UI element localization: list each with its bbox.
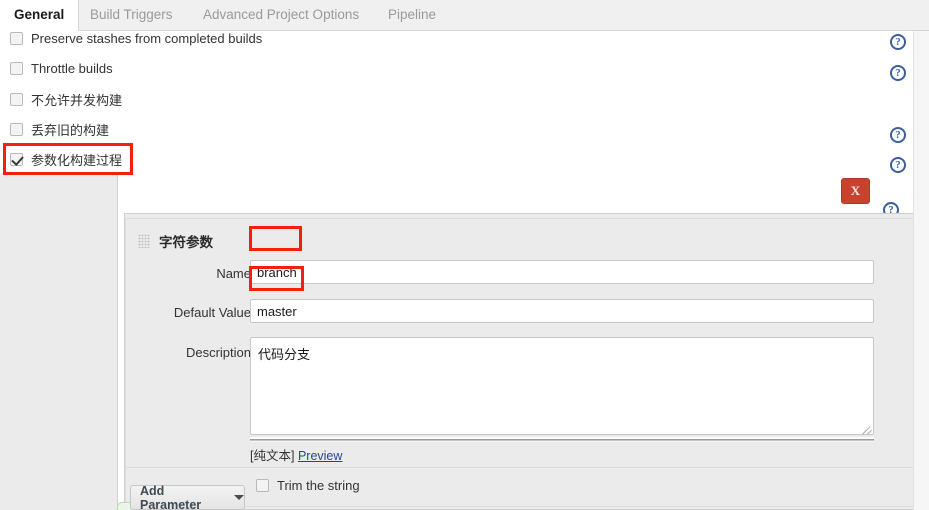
checkbox-label-disable-concurrent-builds: 不允许并发构建 [31, 92, 123, 108]
checkbox-label-discard-old-builds: 丢弃旧的构建 [31, 122, 110, 138]
checkbox-throttle-builds[interactable] [10, 61, 23, 75]
input-parameter-default-value[interactable] [250, 299, 874, 323]
checkbox-row-disable-concurrent-builds[interactable]: 不允许并发构建 [10, 88, 122, 110]
input-parameter-name[interactable] [250, 260, 874, 284]
parameter-panel-header: 字符参数 [138, 231, 213, 251]
checkbox-label-preserve-stashes: Preserve stashes from completed builds [31, 30, 263, 46]
textarea-parameter-description[interactable] [250, 337, 874, 435]
chevron-down-icon [234, 495, 244, 500]
label-name: Name [216, 266, 251, 281]
checkbox-label-trim-the-string: Trim the string [277, 477, 360, 493]
textarea-drag-bar[interactable] [250, 437, 874, 442]
checkbox-disable-concurrent-builds[interactable] [10, 92, 23, 106]
panel-divider [126, 467, 914, 468]
string-parameter-panel-inner: 字符参数 Name Default Value Description [纯文本… [125, 218, 914, 507]
checkbox-row-parameterized-build[interactable]: 参数化构建过程 [10, 148, 122, 170]
parameter-type-title: 字符参数 [159, 235, 213, 250]
help-icon-preserve-stashes[interactable]: ? [890, 34, 906, 50]
label-default-value: Default Value [173, 305, 251, 320]
checkbox-preserve-stashes[interactable] [10, 31, 23, 45]
tab-pipeline[interactable]: Pipeline [374, 0, 450, 31]
delete-parameter-button[interactable]: X [841, 178, 870, 204]
help-icon-throttle-builds[interactable]: ? [890, 65, 906, 81]
drag-handle-icon[interactable] [138, 234, 150, 248]
right-edge-strip [913, 31, 929, 510]
add-parameter-label: Add Parameter [140, 483, 202, 510]
checkbox-discard-old-builds[interactable] [10, 122, 23, 136]
checkbox-label-parameterized-build: 参数化构建过程 [31, 152, 123, 168]
add-parameter-button[interactable]: Add Parameter [130, 483, 245, 510]
help-icon-parameterized-build[interactable]: ? [890, 157, 906, 173]
string-parameter-panel: 字符参数 Name Default Value Description [纯文本… [124, 213, 914, 510]
checkbox-label-throttle-builds: Throttle builds [31, 60, 113, 76]
checkbox-trim-the-string[interactable] [256, 478, 269, 492]
label-description: Description [185, 345, 251, 360]
checkbox-row-trim-the-string[interactable]: Trim the string [256, 474, 360, 496]
checkbox-row-throttle-builds[interactable]: Throttle builds [10, 57, 113, 79]
help-icon-discard-old-builds[interactable]: ? [890, 127, 906, 143]
markup-formatter-note: [纯文本] Preview [250, 445, 342, 464]
checkbox-row-discard-old-builds[interactable]: 丢弃旧的构建 [10, 118, 109, 140]
markup-formatter-label: [纯文本] [250, 449, 295, 463]
config-body: Preserve stashes from completed builds T… [0, 30, 914, 510]
left-gutter-rail [0, 173, 118, 510]
checkbox-parameterized-build[interactable] [10, 152, 23, 166]
jenkins-job-config-screen: General Build Triggers Advanced Project … [0, 0, 929, 510]
preview-link[interactable]: Preview [298, 449, 342, 463]
tab-general[interactable]: General [0, 0, 80, 31]
